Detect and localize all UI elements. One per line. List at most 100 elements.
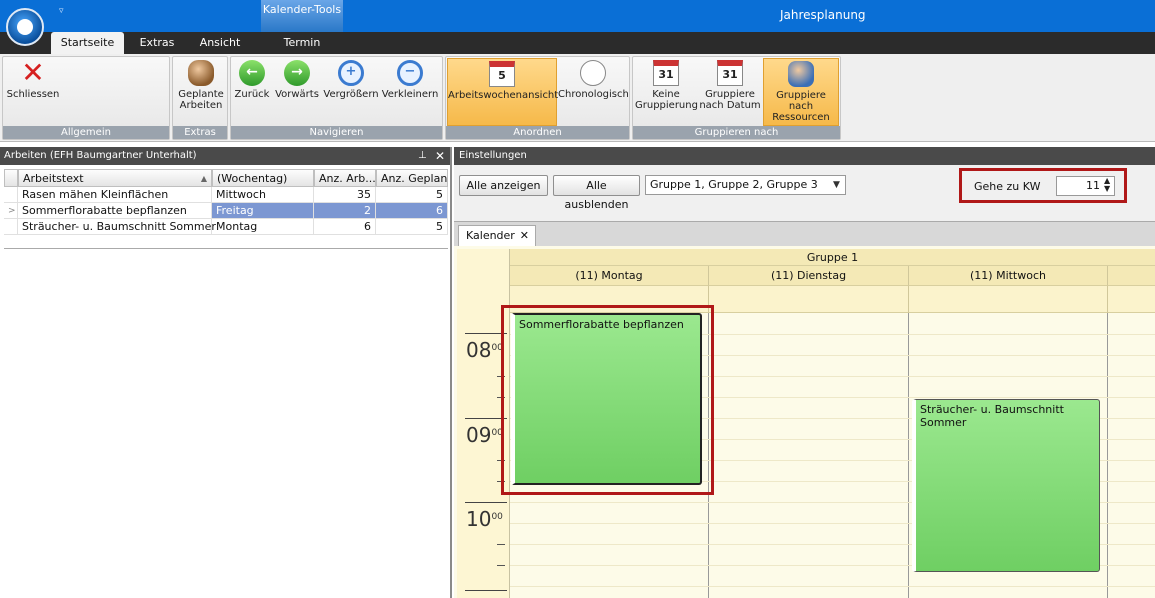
quick-access-dropdown-icon[interactable]: ▿: [59, 6, 73, 16]
pin-icon[interactable]: ⊥: [418, 147, 427, 165]
group-label: Extras: [173, 126, 227, 139]
app-menu-orb-button[interactable]: [6, 8, 44, 46]
group-select[interactable]: Gruppe 1, Gruppe 2, Gruppe 3: [645, 175, 846, 195]
title-bar: [0, 0, 1155, 32]
calendar-tab-bar: [454, 222, 1155, 246]
day-header-montag[interactable]: (11) Montag: [510, 266, 709, 286]
arbeiten-pane-title: Arbeiten (EFH Baumgartner Unterhalt): [0, 147, 450, 165]
gridline: [510, 586, 1155, 587]
row-indicator: [4, 187, 18, 203]
day-header-partial: [1108, 266, 1155, 286]
button-label-line1: Gruppiere: [705, 89, 755, 100]
window-title: Jahresplanung: [780, 8, 866, 22]
tick: [497, 565, 505, 566]
schliessen-button[interactable]: ✕ Schliessen: [4, 56, 62, 101]
row-indicator: [4, 219, 18, 235]
resource-group-header: Gruppe 1: [510, 249, 1155, 266]
tab-termin[interactable]: Termin: [263, 32, 341, 54]
all-day-area[interactable]: [709, 286, 909, 313]
chevron-down-icon[interactable]: ▼: [833, 175, 840, 195]
button-label-line1: Gruppiere nach: [776, 90, 826, 112]
appointment-highlight: [501, 305, 714, 495]
column-header-anz-arb[interactable]: Anz. Arb...: [314, 169, 376, 187]
calendar-clock-icon: [580, 60, 606, 86]
button-label: Verkleinern: [381, 89, 439, 100]
geplante-arbeiten-button[interactable]: Geplante Arbeiten: [176, 58, 226, 111]
button-label-line2: Ressourcen: [772, 112, 830, 123]
table-row[interactable]: Sträucher- u. Baumschnitt Sommer Montag …: [4, 219, 448, 249]
button-label-line2: nach Datum: [699, 100, 761, 111]
hour-label-08: 0800: [466, 338, 503, 362]
button-label-line1: Keine: [652, 89, 680, 100]
group-label: Anordnen: [446, 126, 629, 139]
column-header-arbeitstext[interactable]: Arbeitstext ▲: [18, 169, 212, 187]
button-label-line2: Gruppierung: [635, 100, 698, 111]
cell-wochentag: Montag: [212, 219, 314, 235]
einstellungen-pane-title: Einstellungen: [454, 147, 1155, 165]
hour-line: [465, 590, 507, 591]
cell-arbeitstext: Rasen mähen Kleinflächen: [18, 187, 212, 203]
tick: [497, 544, 505, 545]
sort-ascending-icon: ▲: [200, 174, 207, 183]
alle-anzeigen-button[interactable]: Alle anzeigen: [459, 175, 548, 196]
all-day-area[interactable]: [1108, 286, 1155, 313]
zurueck-button[interactable]: ← Zurück: [233, 58, 271, 100]
app-logo-icon: [17, 19, 33, 35]
cell-anz-geplant: 5: [376, 187, 448, 203]
cell-anz-arb: 6: [314, 219, 376, 235]
close-x-icon: ✕: [21, 56, 45, 89]
tab-extras[interactable]: Extras: [131, 32, 183, 54]
arrow-left-icon: ←: [239, 60, 265, 86]
hour-label-10: 1000: [466, 507, 503, 531]
close-icon[interactable]: ✕: [435, 147, 445, 165]
gruppiere-nach-ressourcen-button[interactable]: Gruppiere nach Ressourcen: [763, 58, 839, 126]
tab-ansicht[interactable]: Ansicht: [190, 32, 250, 54]
button-label: Schliessen: [6, 89, 60, 100]
cell-anz-geplant: 6: [376, 203, 448, 219]
resource-calendar-icon: [788, 61, 814, 87]
column-header-anz-geplant[interactable]: Anz. Geplant: [376, 169, 448, 187]
context-tab-kalender-tools: Kalender-Tools: [261, 0, 343, 32]
keine-gruppierung-button[interactable]: 31 Keine Gruppierung: [635, 58, 698, 111]
column-header-label: Arbeitstext: [23, 172, 84, 185]
goto-kw-label: Gehe zu KW: [974, 180, 1041, 193]
cell-anz-arb: 35: [314, 187, 376, 203]
vergroessern-button[interactable]: + Vergrößern: [323, 58, 379, 100]
all-day-area[interactable]: [909, 286, 1108, 313]
day-header-dienstag[interactable]: (11) Dienstag: [709, 266, 909, 286]
cell-anz-geplant: 5: [376, 219, 448, 235]
chronologisch-button[interactable]: Chronologisch: [558, 58, 629, 100]
gruppiere-nach-datum-button[interactable]: 31 Gruppiere nach Datum: [699, 58, 761, 111]
day-header-mittwoch[interactable]: (11) Mittwoch: [909, 266, 1108, 286]
calendar-group-date-icon: 31: [717, 60, 743, 86]
row-indicator-header: [4, 169, 18, 187]
cell-wochentag: Mittwoch: [212, 187, 314, 203]
column-header-wochentag[interactable]: (Wochentag): [212, 169, 314, 187]
close-tab-icon[interactable]: ✕: [520, 226, 529, 246]
button-label: Vorwärts: [275, 89, 319, 100]
tab-kalender[interactable]: Kalender ✕: [458, 225, 536, 246]
vorwaerts-button[interactable]: → Vorwärts: [274, 58, 320, 100]
button-label-line1: Geplante: [178, 89, 224, 100]
group-label: Navigieren: [231, 126, 442, 139]
hour-line: [465, 502, 507, 503]
spinner-arrows-icon[interactable]: ▲ ▼: [1104, 177, 1110, 193]
appointment-straeucher-schnitt[interactable]: Sträucher- u. Baumschnitt Sommer: [912, 399, 1100, 572]
button-label: Chronologisch: [558, 89, 629, 100]
cell-anz-arb: 2: [314, 203, 376, 219]
tab-startseite[interactable]: Startseite: [51, 32, 124, 54]
workers-icon: [188, 60, 214, 86]
cell-arbeitstext: Sommerflorabatte bepflanzen: [18, 203, 212, 219]
button-label-line2: Arbeiten: [179, 100, 223, 111]
button-label: Zurück: [234, 89, 270, 100]
arrow-right-icon: →: [284, 60, 310, 86]
group-label: Gruppieren nach: [633, 126, 840, 139]
cell-arbeitstext: Sträucher- u. Baumschnitt Sommer: [18, 219, 216, 235]
group-label: Allgemein: [3, 126, 169, 139]
zoom-out-icon: −: [397, 60, 423, 86]
verkleinern-button[interactable]: − Verkleinern: [381, 58, 439, 100]
arbeitswochenansicht-button[interactable]: 5 Arbeitswochenansicht: [447, 58, 558, 126]
cell-wochentag: Freitag: [212, 203, 314, 219]
zoom-in-icon: +: [338, 60, 364, 86]
alle-ausblenden-button[interactable]: Alle ausblenden: [553, 175, 640, 211]
